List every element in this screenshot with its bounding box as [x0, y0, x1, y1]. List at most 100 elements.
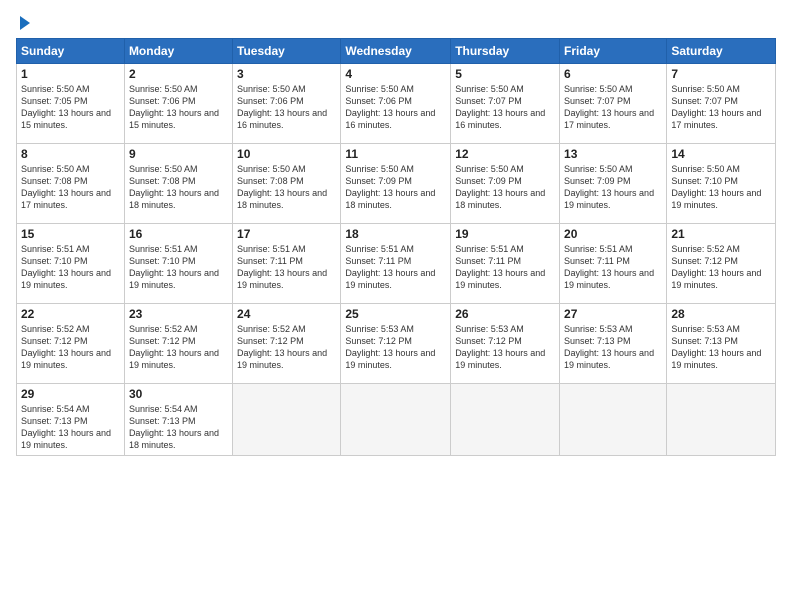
day-info: Sunrise: 5:50 AMSunset: 7:09 PMDaylight:…	[564, 163, 662, 212]
day-number: 11	[345, 147, 446, 161]
day-number: 20	[564, 227, 662, 241]
table-row: 10 Sunrise: 5:50 AMSunset: 7:08 PMDayligh…	[233, 144, 341, 224]
table-row: 16 Sunrise: 5:51 AMSunset: 7:10 PMDayligh…	[124, 224, 232, 304]
table-row	[667, 384, 776, 456]
calendar-header-row: Sunday Monday Tuesday Wednesday Thursday…	[17, 39, 776, 64]
day-info: Sunrise: 5:52 AMSunset: 7:12 PMDaylight:…	[237, 323, 336, 372]
day-number: 8	[21, 147, 120, 161]
day-number: 18	[345, 227, 446, 241]
day-info: Sunrise: 5:50 AMSunset: 7:08 PMDaylight:…	[237, 163, 336, 212]
calendar-row: 22 Sunrise: 5:52 AMSunset: 7:12 PMDayligh…	[17, 304, 776, 384]
table-row: 14 Sunrise: 5:50 AMSunset: 7:10 PMDayligh…	[667, 144, 776, 224]
col-saturday: Saturday	[667, 39, 776, 64]
table-row: 9Sunrise: 5:50 AMSunset: 7:08 PMDaylight…	[124, 144, 232, 224]
day-number: 23	[129, 307, 228, 321]
table-row	[341, 384, 451, 456]
table-row: 25 Sunrise: 5:53 AMSunset: 7:12 PMDayligh…	[341, 304, 451, 384]
table-row: 13 Sunrise: 5:50 AMSunset: 7:09 PMDayligh…	[560, 144, 667, 224]
table-row: 17 Sunrise: 5:51 AMSunset: 7:11 PMDayligh…	[233, 224, 341, 304]
table-row	[560, 384, 667, 456]
day-number: 16	[129, 227, 228, 241]
day-info: Sunrise: 5:50 AMSunset: 7:05 PMDaylight:…	[21, 83, 120, 132]
table-row: 15 Sunrise: 5:51 AMSunset: 7:10 PMDayligh…	[17, 224, 125, 304]
table-row: 12Sunrise: 5:50 AMSunset: 7:09 PMDayligh…	[451, 144, 560, 224]
table-row: 23 Sunrise: 5:52 AMSunset: 7:12 PMDayligh…	[124, 304, 232, 384]
day-number: 17	[237, 227, 336, 241]
logo	[16, 14, 30, 30]
logo-arrow-icon	[20, 16, 30, 30]
day-info: Sunrise: 5:50 AMSunset: 7:06 PMDaylight:…	[237, 83, 336, 132]
day-info: Sunrise: 5:50 AMSunset: 7:06 PMDaylight:…	[345, 83, 446, 132]
day-info: Sunrise: 5:53 AMSunset: 7:12 PMDaylight:…	[455, 323, 555, 372]
day-info: Sunrise: 5:51 AMSunset: 7:10 PMDaylight:…	[129, 243, 228, 292]
day-info: Sunrise: 5:52 AMSunset: 7:12 PMDaylight:…	[21, 323, 120, 372]
day-number: 19	[455, 227, 555, 241]
table-row: 18 Sunrise: 5:51 AMSunset: 7:11 PMDayligh…	[341, 224, 451, 304]
table-row: 20 Sunrise: 5:51 AMSunset: 7:11 PMDayligh…	[560, 224, 667, 304]
day-number: 1	[21, 67, 120, 81]
day-number: 13	[564, 147, 662, 161]
table-row: 3Sunrise: 5:50 AMSunset: 7:06 PMDaylight…	[233, 64, 341, 144]
table-row: 29Sunrise: 5:54 AMSunset: 7:13 PMDayligh…	[17, 384, 125, 456]
table-row: 1 Sunrise: 5:50 AMSunset: 7:05 PMDaylight…	[17, 64, 125, 144]
table-row	[451, 384, 560, 456]
table-row: 7Sunrise: 5:50 AMSunset: 7:07 PMDaylight…	[667, 64, 776, 144]
day-info: Sunrise: 5:50 AMSunset: 7:09 PMDaylight:…	[455, 163, 555, 212]
calendar-row: 1 Sunrise: 5:50 AMSunset: 7:05 PMDaylight…	[17, 64, 776, 144]
day-info: Sunrise: 5:53 AMSunset: 7:12 PMDaylight:…	[345, 323, 446, 372]
table-row: 5 Sunrise: 5:50 AMSunset: 7:07 PMDaylight…	[451, 64, 560, 144]
col-thursday: Thursday	[451, 39, 560, 64]
day-number: 4	[345, 67, 446, 81]
day-number: 25	[345, 307, 446, 321]
day-number: 6	[564, 67, 662, 81]
table-row: 27 Sunrise: 5:53 AMSunset: 7:13 PMDayligh…	[560, 304, 667, 384]
calendar-row: 29Sunrise: 5:54 AMSunset: 7:13 PMDayligh…	[17, 384, 776, 456]
day-info: Sunrise: 5:52 AMSunset: 7:12 PMDaylight:…	[671, 243, 771, 292]
day-number: 15	[21, 227, 120, 241]
table-row: 19 Sunrise: 5:51 AMSunset: 7:11 PMDayligh…	[451, 224, 560, 304]
day-number: 28	[671, 307, 771, 321]
day-info: Sunrise: 5:50 AMSunset: 7:08 PMDaylight:…	[21, 163, 120, 212]
col-friday: Friday	[560, 39, 667, 64]
day-info: Sunrise: 5:50 AMSunset: 7:07 PMDaylight:…	[455, 83, 555, 132]
day-info: Sunrise: 5:51 AMSunset: 7:11 PMDaylight:…	[237, 243, 336, 292]
day-info: Sunrise: 5:50 AMSunset: 7:08 PMDaylight:…	[129, 163, 228, 212]
day-number: 2	[129, 67, 228, 81]
day-info: Sunrise: 5:50 AMSunset: 7:07 PMDaylight:…	[564, 83, 662, 132]
table-row: 26 Sunrise: 5:53 AMSunset: 7:12 PMDayligh…	[451, 304, 560, 384]
table-row: 28 Sunrise: 5:53 AMSunset: 7:13 PMDayligh…	[667, 304, 776, 384]
table-row: 2 Sunrise: 5:50 AMSunset: 7:06 PMDaylight…	[124, 64, 232, 144]
day-info: Sunrise: 5:52 AMSunset: 7:12 PMDaylight:…	[129, 323, 228, 372]
col-tuesday: Tuesday	[233, 39, 341, 64]
table-row: 24 Sunrise: 5:52 AMSunset: 7:12 PMDayligh…	[233, 304, 341, 384]
calendar-page: Sunday Monday Tuesday Wednesday Thursday…	[0, 0, 792, 612]
day-info: Sunrise: 5:53 AMSunset: 7:13 PMDaylight:…	[671, 323, 771, 372]
day-number: 10	[237, 147, 336, 161]
day-info: Sunrise: 5:53 AMSunset: 7:13 PMDaylight:…	[564, 323, 662, 372]
day-number: 27	[564, 307, 662, 321]
day-number: 22	[21, 307, 120, 321]
day-info: Sunrise: 5:51 AMSunset: 7:11 PMDaylight:…	[455, 243, 555, 292]
calendar-row: 8 Sunrise: 5:50 AMSunset: 7:08 PMDaylight…	[17, 144, 776, 224]
day-info: Sunrise: 5:50 AMSunset: 7:06 PMDaylight:…	[129, 83, 228, 132]
table-row: 21Sunrise: 5:52 AMSunset: 7:12 PMDayligh…	[667, 224, 776, 304]
day-number: 14	[671, 147, 771, 161]
table-row	[233, 384, 341, 456]
day-number: 24	[237, 307, 336, 321]
day-info: Sunrise: 5:50 AMSunset: 7:10 PMDaylight:…	[671, 163, 771, 212]
day-number: 26	[455, 307, 555, 321]
day-info: Sunrise: 5:51 AMSunset: 7:11 PMDaylight:…	[564, 243, 662, 292]
col-monday: Monday	[124, 39, 232, 64]
table-row: 8 Sunrise: 5:50 AMSunset: 7:08 PMDaylight…	[17, 144, 125, 224]
day-info: Sunrise: 5:50 AMSunset: 7:09 PMDaylight:…	[345, 163, 446, 212]
table-row: 22 Sunrise: 5:52 AMSunset: 7:12 PMDayligh…	[17, 304, 125, 384]
col-wednesday: Wednesday	[341, 39, 451, 64]
day-number: 7	[671, 67, 771, 81]
day-info: Sunrise: 5:51 AMSunset: 7:11 PMDaylight:…	[345, 243, 446, 292]
day-number: 29	[21, 387, 120, 401]
day-info: Sunrise: 5:51 AMSunset: 7:10 PMDaylight:…	[21, 243, 120, 292]
day-number: 5	[455, 67, 555, 81]
table-row: 30Sunrise: 5:54 AMSunset: 7:13 PMDayligh…	[124, 384, 232, 456]
table-row: 4 Sunrise: 5:50 AMSunset: 7:06 PMDaylight…	[341, 64, 451, 144]
header	[16, 14, 776, 30]
